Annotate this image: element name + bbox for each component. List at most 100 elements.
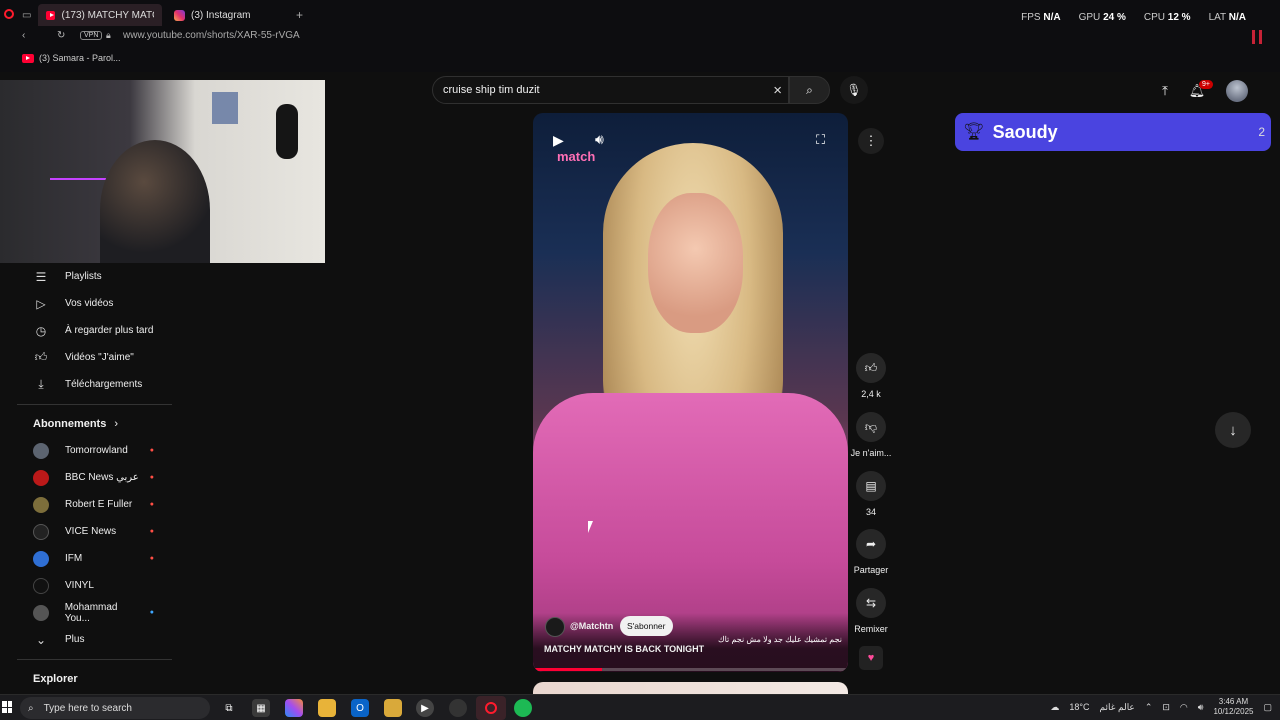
new-content-dot-icon: ●	[149, 609, 154, 616]
sidebar-more-button[interactable]: ⌄ Plus	[17, 626, 172, 653]
clear-search-icon[interactable]: ×	[773, 82, 782, 99]
new-tab-button[interactable]: +	[296, 8, 303, 22]
more-options-button[interactable]: ⋮	[858, 128, 884, 154]
sidebar-sub-ifm[interactable]: IFM ●	[17, 545, 172, 572]
vpn-badge[interactable]: VPN	[80, 31, 103, 40]
volume-icon: 🔊︎	[595, 131, 604, 147]
notification-center-icon[interactable]: ▢	[1263, 702, 1272, 713]
like-button[interactable]: 👍︎ 2,4 k	[848, 353, 894, 399]
tab-youtube[interactable]: (173) MATCHY MATCHY I	[38, 4, 162, 26]
sidebar-sub-mohammad[interactable]: Mohammad You... ●	[17, 599, 172, 626]
channel-name[interactable]: @Matchtn	[570, 621, 613, 631]
clock-icon: ◷	[35, 323, 47, 338]
file-explorer-icon[interactable]	[318, 699, 336, 717]
dislike-button[interactable]: 👎︎ Je n'aim...	[848, 412, 894, 458]
play-icon: ▶	[553, 132, 564, 148]
video-progress-bar[interactable]	[533, 668, 848, 671]
opera-logo-icon[interactable]	[4, 9, 14, 19]
taskbar-search[interactable]: ⌕ Type here to search	[20, 697, 210, 719]
back-icon[interactable]: ‹	[22, 30, 25, 41]
wifi-icon[interactable]: ◠	[1180, 702, 1188, 713]
network-icon[interactable]: ⊡	[1162, 702, 1170, 713]
sidebar-sub-tomorrowland[interactable]: Tomorrowland ●	[17, 437, 172, 464]
account-avatar[interactable]	[1226, 80, 1248, 102]
thumbs-up-icon: 👍︎	[34, 350, 48, 364]
upload-icon: ⤒	[1162, 83, 1168, 98]
live-dot-icon: ●	[149, 501, 154, 508]
store-icon[interactable]: ▦	[252, 699, 270, 717]
sidebar-sub-vice-news[interactable]: VICE News ●	[17, 518, 172, 545]
notification-badge: 9+	[1199, 80, 1213, 89]
mouse-cursor-icon	[588, 521, 593, 533]
pause-indicator-icon	[1252, 30, 1262, 44]
playlist-icon: ☰	[35, 269, 47, 284]
search-input[interactable]: cruise ship tim duzit ×	[432, 76, 789, 104]
live-dot-icon: ●	[149, 447, 154, 454]
sidebar-item-watch-later[interactable]: ◷ À regarder plus tard	[17, 317, 172, 344]
tab-menu-icon[interactable]: ▭	[22, 10, 31, 21]
clock[interactable]: 3:46 AM 10/12/2025	[1213, 697, 1253, 717]
youtube-favicon-icon	[46, 10, 56, 20]
upload-button[interactable]: ⤒	[1154, 80, 1176, 102]
sidebar-sub-vinyl[interactable]: VINYL	[17, 572, 172, 599]
search-icon: ⌕	[806, 82, 813, 97]
saoudy-overlay: 🏆︎ Saoudy 2	[955, 113, 1271, 151]
microphone	[276, 104, 298, 159]
chevron-down-icon: ⌄	[35, 632, 47, 647]
performance-hud: FPS N/A GPU 24 % CPU 12 % LAT N/A	[1021, 12, 1246, 23]
volume-icon[interactable]: 🔊︎	[1198, 702, 1204, 713]
play-button[interactable]: ▶	[553, 132, 564, 149]
remix-button[interactable]: ⇆ Remixer	[848, 588, 894, 634]
cpu-readout: CPU 12 %	[1143, 12, 1191, 23]
task-view-icon[interactable]: ⧉	[220, 699, 238, 717]
comments-button[interactable]: ▤ 34	[848, 471, 894, 517]
tab-instagram[interactable]: (3) Instagram	[166, 4, 286, 26]
spotify-icon[interactable]	[514, 699, 532, 717]
subscribe-button[interactable]: S'abonner	[620, 616, 673, 636]
channel-avatar	[33, 442, 49, 459]
subscriptions-header[interactable]: Abonnements ›	[17, 411, 172, 437]
sidebar-item-playlists[interactable]: ☰ Playlists	[17, 263, 172, 290]
youtube-favicon-icon	[22, 53, 34, 63]
sidebar-item-liked-videos[interactable]: 👍︎ Vidéos "J'aime"	[17, 344, 172, 371]
app-icon[interactable]	[449, 699, 467, 717]
volume-button[interactable]: 🔊︎	[595, 131, 604, 148]
video-frame-face	[648, 193, 743, 333]
shorts-player[interactable]: match ▶ 🔊︎ ⛶ @Matchtn S'abonner نجم تمشي…	[533, 113, 848, 672]
channel-avatar[interactable]	[545, 617, 565, 637]
wall-poster	[212, 92, 238, 124]
voice-search-button[interactable]: 🎙︎	[840, 76, 868, 104]
address-bar[interactable]: www.youtube.com/shorts/XAR-55-rVGA	[123, 30, 300, 41]
fps-readout: FPS N/A	[1021, 12, 1061, 23]
fullscreen-button[interactable]: ⛶	[816, 132, 825, 148]
arabic-subtitle: نجم تمشيك عليك جد ولا مش نجم تاك	[718, 635, 843, 644]
video-title[interactable]: MATCHY MATCHY IS BACK TONIGHT	[544, 644, 704, 654]
media-player-icon[interactable]: ▶	[416, 699, 434, 717]
copilot-icon[interactable]	[285, 699, 303, 717]
progress-fill	[533, 668, 603, 671]
streamer	[100, 140, 210, 263]
sidebar-item-downloads[interactable]: ⤓ Téléchargements	[17, 371, 172, 398]
remix-icon: ⇆	[856, 588, 886, 618]
chevron-up-icon[interactable]: ⌃	[1145, 702, 1153, 713]
sidebar-item-your-videos[interactable]: ▷ Vos vidéos	[17, 290, 172, 317]
video-icon: ▷	[36, 296, 46, 311]
opera-gx-taskbar-button[interactable]	[476, 696, 506, 720]
share-button[interactable]: ➦ Partager	[848, 529, 894, 575]
search-button[interactable]: ⌕	[789, 76, 830, 104]
sidebar: ☰ Playlists ▷ Vos vidéos ◷ À regarder pl…	[17, 263, 172, 693]
weather-icon[interactable]: ☁	[1050, 702, 1059, 713]
microphone-icon: 🎙︎	[846, 83, 862, 97]
thumbs-up-icon: 👍︎	[856, 353, 886, 383]
windows-start-icon[interactable]	[2, 701, 12, 713]
thumbs-down-icon: 👎︎	[856, 412, 886, 442]
live-dot-icon: ●	[149, 474, 154, 481]
outlook-icon[interactable]: O	[351, 699, 369, 717]
sidebar-sub-robert-e-fuller[interactable]: Robert E Fuller ●	[17, 491, 172, 518]
next-video-button[interactable]: ↓	[1215, 412, 1251, 448]
sound-tile[interactable]: ♥	[859, 646, 883, 670]
reload-icon[interactable]: ↻	[57, 30, 65, 41]
bookmark-samara[interactable]: (3) Samara - Parol...	[22, 53, 121, 63]
sidebar-sub-bbc-news-arabic[interactable]: BBC News عربي ●	[17, 464, 172, 491]
app-icon[interactable]	[384, 699, 402, 717]
